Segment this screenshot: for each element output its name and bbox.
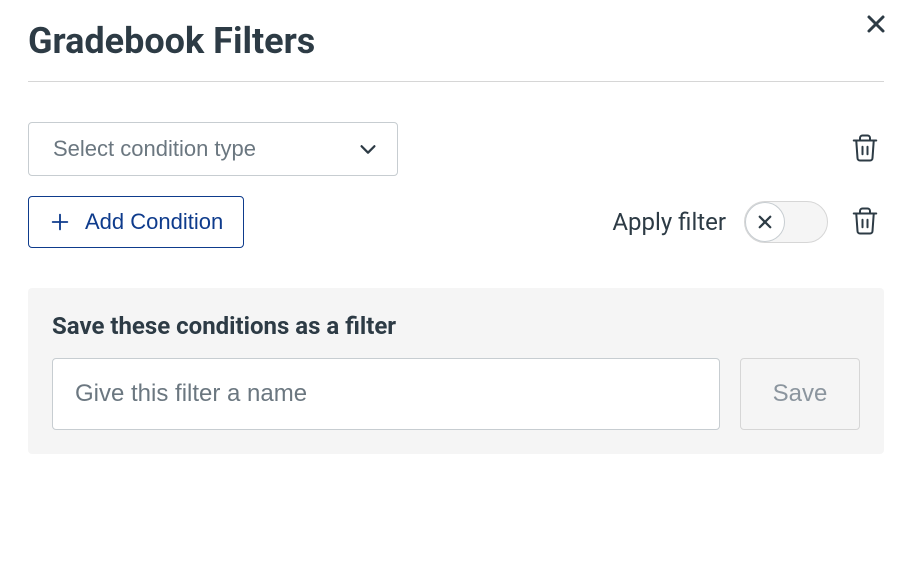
filter-name-input[interactable] — [52, 358, 720, 430]
chevron-down-icon — [357, 138, 379, 160]
delete-condition-button[interactable] — [846, 129, 884, 170]
action-row: Add Condition Apply filter — [28, 196, 884, 248]
close-icon — [864, 12, 888, 36]
save-panel-title: Save these conditions as a filter — [52, 312, 860, 340]
x-icon — [756, 213, 774, 231]
trash-icon — [850, 206, 880, 236]
condition-row: Select condition type — [28, 122, 884, 176]
trash-icon — [850, 133, 880, 163]
close-button[interactable] — [860, 8, 892, 43]
save-filter-panel: Save these conditions as a filter Save — [28, 288, 884, 454]
add-condition-label: Add Condition — [85, 209, 223, 235]
toggle-knob — [745, 202, 785, 242]
apply-filter-toggle[interactable] — [744, 201, 828, 243]
condition-type-placeholder: Select condition type — [53, 136, 256, 162]
apply-filter-group: Apply filter — [612, 201, 884, 243]
panel-header: Gradebook Filters — [28, 20, 884, 82]
page-title: Gradebook Filters — [28, 20, 884, 63]
condition-type-select[interactable]: Select condition type — [28, 122, 398, 176]
add-condition-button[interactable]: Add Condition — [28, 196, 244, 248]
save-input-row: Save — [52, 358, 860, 430]
save-button[interactable]: Save — [740, 358, 860, 430]
delete-filter-button[interactable] — [846, 202, 884, 243]
apply-filter-label: Apply filter — [612, 208, 726, 236]
plus-icon — [49, 211, 71, 233]
